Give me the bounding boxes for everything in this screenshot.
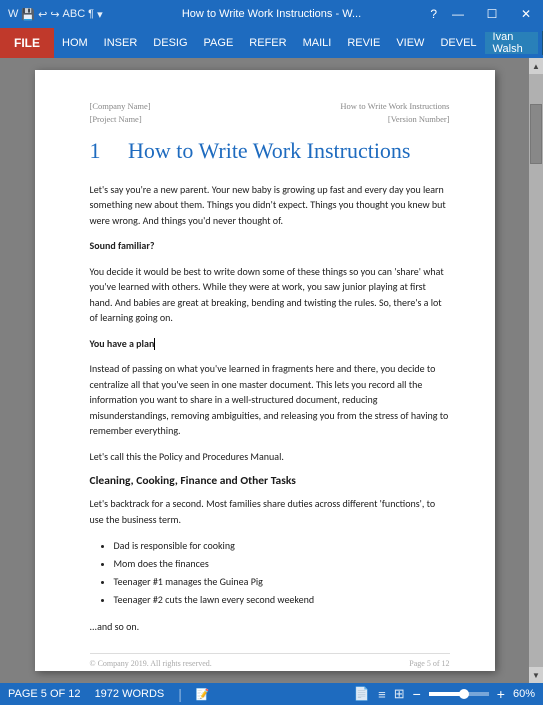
zoom-plus-button[interactable]: + [497,686,505,702]
abc-icon[interactable]: ABC [63,8,86,20]
paragraph-4: Let's call this the Policy and Procedure… [90,449,450,465]
footer-copyright: © Company 2019. All rights reserved. [90,659,212,668]
ribbon-tabs: FILE HOM INSER DESIG PAGE REFER MAILI RE… [0,28,543,58]
scroll-track[interactable] [529,74,543,667]
tab-developer[interactable]: DEVEL [432,28,484,58]
tab-home[interactable]: HOM [54,28,96,58]
company-name: [Company Name] [90,100,151,113]
scroll-up-arrow[interactable]: ▲ [529,58,543,74]
page-header-left: [Company Name] [Project Name] [90,100,151,126]
web-view-button[interactable]: ⊞ [394,686,405,702]
close-button[interactable]: ✕ [509,0,543,28]
title-bar: W 💾 ↩ ↪ ABC ¶ ▾ How to Write Work Instru… [0,0,543,28]
word-icon: W [8,8,18,20]
bold-text-1: Sound familiar? [90,238,450,254]
ribbon: FILE HOM INSER DESIG PAGE REFER MAILI RE… [0,28,543,58]
paragraph-2: You decide it would be best to write dow… [90,264,450,326]
zoom-minus-button[interactable]: − [413,686,421,702]
list-item: Teenager #2 cuts the lawn every second w… [114,591,450,609]
read-view-button[interactable]: ≡ [378,687,386,702]
title-bar-left: W 💾 ↩ ↪ ABC ¶ ▾ [8,8,103,21]
bullet-list: Dad is responsible for cooking Mom does … [114,537,450,609]
word-count: 1972 WORDS [95,688,165,700]
tab-design[interactable]: DESIG [145,28,195,58]
document-scroll-area[interactable]: [Company Name] [Project Name] How to Wri… [0,58,529,683]
window-title: How to Write Work Instructions - W... [182,8,361,20]
bold-text-2: You have a plan [90,336,450,352]
heading-1-number: 1 [90,138,101,163]
vertical-scrollbar[interactable]: ▲ ▼ [529,58,543,683]
tab-references[interactable]: REFER [241,28,294,58]
page-indicator: PAGE 5 OF 12 [8,688,81,700]
paragraph-6: ...and so on. [90,619,450,635]
print-view-button[interactable]: 📄 [354,686,370,702]
heading-2: Cleaning, Cooking, Finance and Other Tas… [90,474,450,488]
file-button[interactable]: FILE [0,28,54,58]
zoom-slider[interactable] [429,692,489,696]
tab-insert[interactable]: INSER [96,28,146,58]
format-icon[interactable]: ¶ [88,8,94,20]
zoom-handle[interactable] [459,689,469,699]
page-header-right: How to Write Work Instructions [Version … [340,100,449,126]
list-item: Dad is responsible for cooking [114,537,450,555]
document-area: [Company Name] [Project Name] How to Wri… [0,58,543,683]
paragraph-5: Let's backtrack for a second. Most famil… [90,496,450,527]
undo-icon[interactable]: ↩ [38,8,47,21]
footer-page-number: Page 5 of 12 [409,659,449,668]
zoom-percentage: 60% [513,688,535,700]
paragraph-3: Instead of passing on what you've learne… [90,361,450,439]
help-button[interactable]: ? [430,7,437,21]
heading-1-text: How to Write Work Instructions [128,138,411,163]
scroll-thumb[interactable] [530,104,542,164]
list-item: Mom does the finances [114,555,450,573]
page-header: [Company Name] [Project Name] How to Wri… [90,100,450,126]
tab-review[interactable]: REVIE [339,28,388,58]
proofing-icon[interactable]: 📝 [196,688,210,701]
bold-text-2-content: You have a plan [90,337,155,350]
status-bar: PAGE 5 OF 12 1972 WORDS | 📝 📄 ≡ ⊞ − + 60… [0,683,543,705]
minimize-button[interactable]: — [441,0,475,28]
status-right: 📄 ≡ ⊞ − + 60% [354,686,535,702]
user-name[interactable]: Ivan Walsh [485,32,539,54]
doc-title-header: How to Write Work Instructions [340,100,449,113]
title-controls: ? — ☐ ✕ [430,0,543,28]
save-icon[interactable]: 💾 [21,8,35,21]
redo-icon[interactable]: ↪ [50,8,59,21]
heading-1: 1 How to Write Work Instructions [90,138,450,168]
tab-mailings[interactable]: MAILI [295,28,340,58]
list-item: Teenager #1 manages the Guinea Pig [114,573,450,591]
title-bar-icons: W 💾 ↩ ↪ ABC ¶ ▾ [8,8,103,21]
dropdown-icon[interactable]: ▾ [97,8,103,21]
version-number: [Version Number] [340,113,449,126]
ribbon-user-area: Ivan Walsh K [485,31,543,55]
page-footer: © Company 2019. All rights reserved. Pag… [90,653,450,668]
maximize-button[interactable]: ☐ [475,0,509,28]
tab-view[interactable]: VIEW [388,28,432,58]
project-name: [Project Name] [90,113,151,126]
text-cursor [154,338,155,350]
scroll-down-arrow[interactable]: ▼ [529,667,543,683]
document-page: [Company Name] [Project Name] How to Wri… [35,70,495,671]
status-separator: | [178,686,182,702]
paragraph-1: Let's say you're a new parent. Your new … [90,182,450,229]
tab-page[interactable]: PAGE [196,28,242,58]
